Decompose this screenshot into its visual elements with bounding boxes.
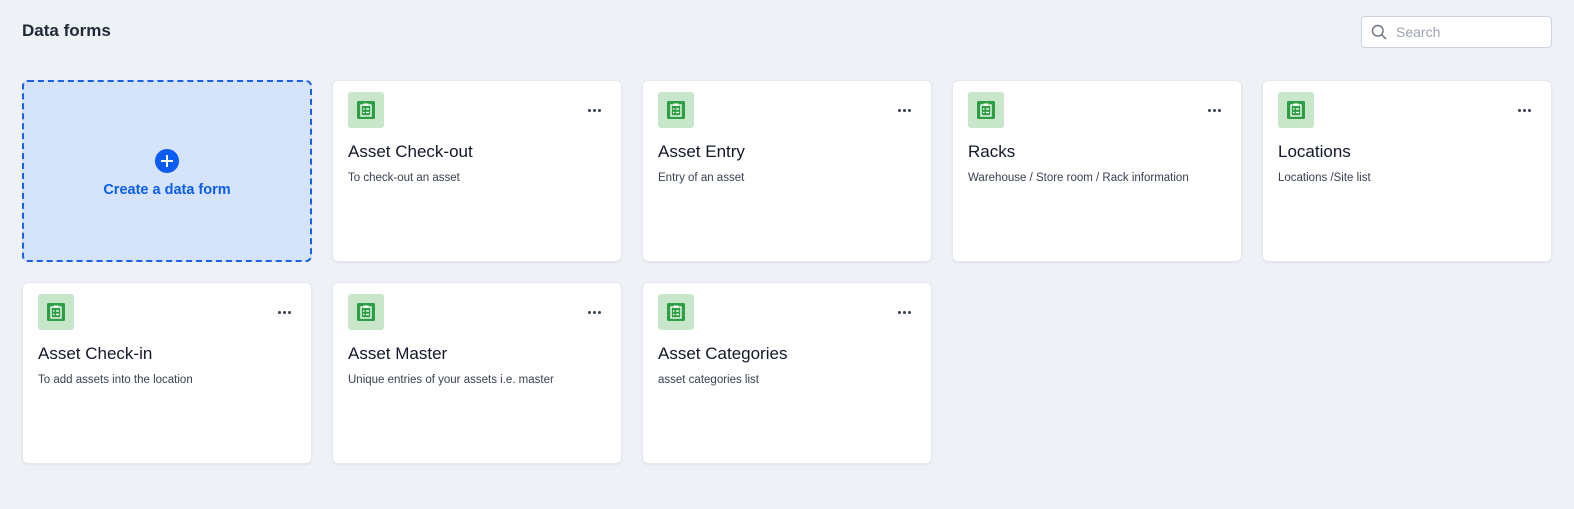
form-card-asset-categories[interactable]: Asset Categories asset categories list xyxy=(642,282,932,464)
clipboard-form-icon xyxy=(658,92,694,128)
form-description: Unique entries of your assets i.e. maste… xyxy=(348,374,554,386)
form-description: To add assets into the location xyxy=(38,374,193,386)
more-horizontal-icon[interactable] xyxy=(273,302,295,322)
create-data-form-card[interactable]: Create a data form xyxy=(22,80,312,262)
search-box[interactable] xyxy=(1361,16,1552,48)
search-input[interactable] xyxy=(1394,23,1548,41)
form-description: Entry of an asset xyxy=(658,172,745,184)
data-forms-page: Data forms Create a data form xyxy=(0,0,1574,509)
form-card-asset-entry[interactable]: Asset Entry Entry of an asset xyxy=(642,80,932,262)
form-description: Warehouse / Store room / Rack informatio… xyxy=(968,172,1189,184)
more-horizontal-icon[interactable] xyxy=(583,302,605,322)
more-horizontal-icon[interactable] xyxy=(583,100,605,120)
clipboard-form-icon xyxy=(348,92,384,128)
form-card-asset-check-out[interactable]: Asset Check-out To check-out an asset xyxy=(332,80,622,262)
plus-circle-icon xyxy=(155,148,179,173)
clipboard-form-icon xyxy=(348,294,384,330)
form-title: Locations xyxy=(1278,142,1351,161)
form-title: Racks xyxy=(968,142,1016,161)
more-horizontal-icon[interactable] xyxy=(1513,100,1535,120)
form-description: asset categories list xyxy=(658,374,759,386)
search-icon xyxy=(1370,23,1388,41)
form-title: Asset Check-in xyxy=(38,344,153,363)
form-card-racks[interactable]: Racks Warehouse / Store room / Rack info… xyxy=(952,80,1242,262)
create-data-form-label: Create a data form xyxy=(103,181,231,198)
page-title: Data forms xyxy=(22,21,111,40)
more-horizontal-icon[interactable] xyxy=(893,100,915,120)
clipboard-form-icon xyxy=(968,92,1004,128)
more-horizontal-icon[interactable] xyxy=(1203,100,1225,120)
form-card-asset-check-in[interactable]: Asset Check-in To add assets into the lo… xyxy=(22,282,312,464)
form-title: Asset Categories xyxy=(658,344,788,363)
clipboard-form-icon xyxy=(38,294,74,330)
form-description: To check-out an asset xyxy=(348,172,460,184)
form-card-locations[interactable]: Locations Locations /Site list xyxy=(1262,80,1552,262)
clipboard-form-icon xyxy=(1278,92,1314,128)
form-title: Asset Master xyxy=(348,344,448,363)
form-card-asset-master[interactable]: Asset Master Unique entries of your asse… xyxy=(332,282,622,464)
clipboard-form-icon xyxy=(658,294,694,330)
form-title: Asset Entry xyxy=(658,142,745,161)
form-description: Locations /Site list xyxy=(1278,172,1371,184)
data-forms-grid: Create a data form Asset Check-out To ch… xyxy=(22,80,1552,464)
more-horizontal-icon[interactable] xyxy=(893,302,915,322)
form-title: Asset Check-out xyxy=(348,142,473,161)
